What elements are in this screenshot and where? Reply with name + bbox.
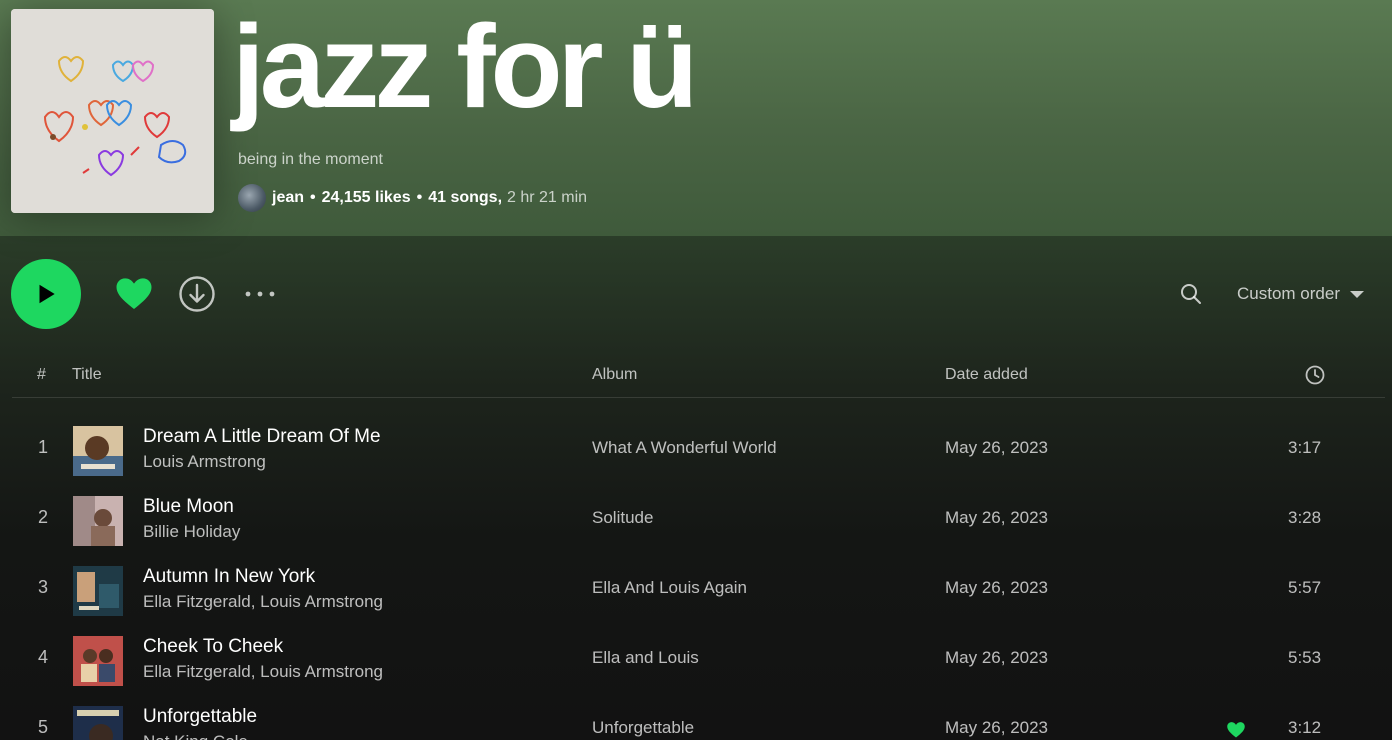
track-row[interactable]: 2 Blue Moon Billie Holiday Solitude May …: [12, 482, 1385, 552]
track-album[interactable]: Ella And Louis Again: [592, 578, 747, 598]
track-album[interactable]: Ella and Louis: [592, 648, 699, 668]
track-album-art: [73, 706, 123, 740]
cover-art-image: [11, 9, 214, 213]
playlist-description: being in the moment: [238, 151, 383, 168]
search-icon: [1181, 284, 1201, 304]
track-title[interactable]: Cheek To Cheek: [143, 636, 283, 658]
track-title[interactable]: Autumn In New York: [143, 566, 315, 588]
track-duration: 5:53: [1288, 648, 1322, 667]
track-title[interactable]: Unforgettable: [143, 706, 257, 728]
track-album-art: [73, 426, 123, 476]
track-row[interactable]: 4 Cheek To Cheek Ella Fitzgerald, Louis …: [12, 622, 1385, 692]
track-artist[interactable]: Ella Fitzgerald, Louis Armstrong: [143, 592, 383, 612]
track-date-added: May 26, 2023: [945, 508, 1049, 527]
track-artist[interactable]: Nat King Cole: [143, 732, 248, 740]
meta-separator: •: [310, 189, 316, 206]
owner-name-link[interactable]: jean: [272, 189, 304, 207]
track-album[interactable]: What A Wonderful World: [592, 438, 777, 458]
track-album[interactable]: Solitude: [592, 508, 653, 528]
heart-filled-icon[interactable]: [1226, 720, 1246, 740]
track-duration: 3:17: [1288, 438, 1322, 457]
playlist-title: jazz for ü: [232, 1, 698, 133]
track-number: 4: [37, 647, 48, 667]
track-date-added: May 26, 2023: [945, 438, 1049, 457]
track-number: 5: [37, 717, 48, 737]
play-button[interactable]: [11, 259, 81, 329]
total-duration: 2 hr 21 min: [507, 189, 588, 206]
track-album-art: [73, 496, 123, 546]
column-title[interactable]: Title: [72, 366, 102, 384]
track-duration: 3:12: [1288, 718, 1322, 737]
track-artist[interactable]: Ella Fitzgerald, Louis Armstrong: [143, 662, 383, 682]
play-icon: [39, 284, 55, 304]
like-playlist-button[interactable]: [114, 274, 154, 314]
heart-filled-icon: [116, 278, 152, 309]
track-album-art: [73, 566, 123, 616]
tracklist-header: # Title Album Date added: [12, 360, 1385, 398]
sort-order-label: Custom order: [1237, 284, 1340, 303]
track-row[interactable]: 5 Unforgettable Nat King Cole Unforgetta…: [12, 692, 1385, 740]
likes-count: 24,155 likes: [321, 189, 411, 206]
caret-down-icon: [1349, 290, 1364, 298]
track-artist[interactable]: Louis Armstrong: [143, 452, 266, 472]
download-button[interactable]: [178, 275, 216, 313]
track-row[interactable]: 1 Dream A Little Dream Of Me Louis Armst…: [12, 412, 1385, 482]
track-album-art: [73, 636, 123, 686]
track-title[interactable]: Blue Moon: [143, 496, 234, 518]
songs-count: 41 songs,: [428, 189, 503, 206]
column-date-added[interactable]: Date added: [945, 366, 1028, 384]
track-album[interactable]: Unforgettable: [592, 718, 694, 738]
track-row[interactable]: 3 Autumn In New York Ella Fitzgerald, Lo…: [12, 552, 1385, 622]
track-number: 3: [37, 577, 48, 597]
column-duration[interactable]: [1304, 364, 1326, 386]
track-date-added: May 26, 2023: [945, 718, 1049, 737]
search-in-playlist-button[interactable]: [1179, 282, 1203, 306]
owner-avatar[interactable]: [238, 184, 266, 212]
playlist-cover[interactable]: [11, 9, 214, 213]
sort-order-dropdown[interactable]: Custom order: [1237, 282, 1364, 306]
meta-separator: •: [416, 189, 423, 206]
track-duration: 5:57: [1288, 578, 1322, 597]
more-options-button[interactable]: [242, 282, 280, 306]
column-number: #: [37, 366, 46, 383]
clock-icon: [1305, 365, 1325, 385]
download-icon: [179, 276, 215, 312]
track-title[interactable]: Dream A Little Dream Of Me: [143, 426, 381, 448]
track-date-added: May 26, 2023: [945, 578, 1049, 597]
track-number: 2: [37, 507, 48, 527]
more-options-icon: [245, 291, 275, 297]
track-number: 1: [37, 437, 48, 457]
column-album[interactable]: Album: [592, 366, 637, 384]
track-date-added: May 26, 2023: [945, 648, 1049, 667]
track-artist[interactable]: Billie Holiday: [143, 522, 240, 542]
playlist-meta: jean • 24,155 likes • 41 songs, 2 hr 21 …: [238, 184, 587, 212]
track-duration: 3:28: [1288, 508, 1322, 527]
